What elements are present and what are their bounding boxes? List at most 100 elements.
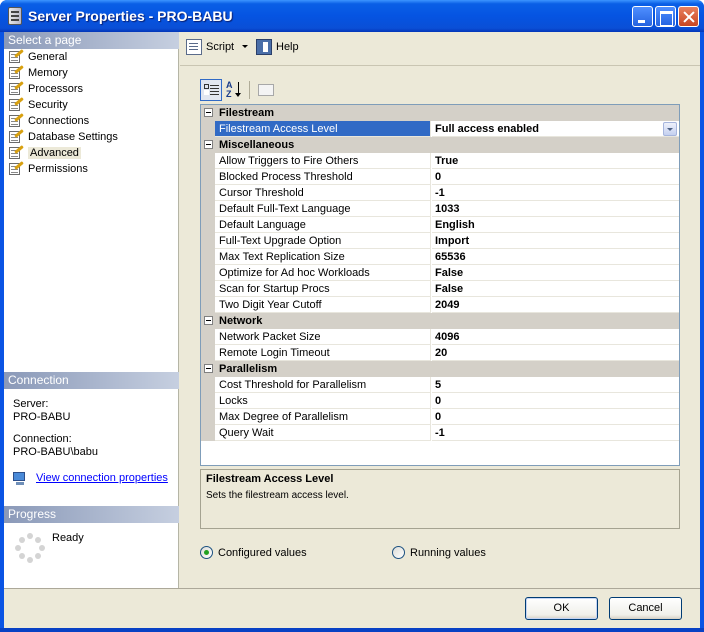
property-row[interactable]: Default Full-Text Language 1033 bbox=[201, 201, 679, 217]
property-row[interactable]: Remote Login Timeout 20 bbox=[201, 345, 679, 361]
property-name[interactable]: Full-Text Upgrade Option bbox=[215, 233, 431, 249]
collapse-icon[interactable] bbox=[204, 316, 213, 325]
page-item-label: Memory bbox=[28, 67, 68, 79]
property-name[interactable]: Scan for Startup Procs bbox=[215, 281, 431, 297]
property-value[interactable]: -1 bbox=[432, 425, 679, 441]
property-row[interactable]: Cursor Threshold -1 bbox=[201, 185, 679, 201]
page-item-general[interactable]: General bbox=[6, 49, 118, 65]
property-row[interactable]: Full-Text Upgrade Option Import bbox=[201, 233, 679, 249]
view-connection-properties-label[interactable]: View connection properties bbox=[36, 472, 168, 484]
property-value[interactable]: Import bbox=[432, 233, 679, 249]
page-item-processors[interactable]: Processors bbox=[6, 81, 118, 97]
property-row[interactable]: Two Digit Year Cutoff 2049 bbox=[201, 297, 679, 313]
window-bottom-border bbox=[0, 628, 704, 632]
configured-values-radio[interactable]: Configured values bbox=[200, 546, 307, 560]
title-bar[interactable]: Server Properties - PRO-BABU bbox=[0, 0, 704, 32]
dropdown-arrow-icon[interactable] bbox=[663, 122, 677, 136]
category-label: Miscellaneous bbox=[219, 139, 295, 151]
property-name[interactable]: Locks bbox=[215, 393, 431, 409]
toolbar: Script Help bbox=[180, 32, 700, 60]
property-value[interactable]: False bbox=[432, 281, 679, 297]
property-name[interactable]: Query Wait bbox=[215, 425, 431, 441]
categorized-view-button[interactable] bbox=[200, 79, 222, 101]
property-name[interactable]: Cost Threshold for Parallelism bbox=[215, 377, 431, 393]
property-value[interactable]: English bbox=[432, 217, 679, 233]
property-name[interactable]: Two Digit Year Cutoff bbox=[215, 297, 431, 313]
minimize-button[interactable] bbox=[632, 6, 653, 27]
property-row[interactable]: Cost Threshold for Parallelism 5 bbox=[201, 377, 679, 393]
property-row[interactable]: Scan for Startup Procs False bbox=[201, 281, 679, 297]
radio-unselected-icon[interactable] bbox=[392, 546, 405, 559]
property-row[interactable]: Default Language English bbox=[201, 217, 679, 233]
property-name[interactable]: Max Degree of Parallelism bbox=[215, 409, 431, 425]
maximize-button[interactable] bbox=[655, 6, 676, 27]
radio-selected-icon[interactable] bbox=[200, 546, 213, 559]
property-value[interactable]: 0 bbox=[432, 409, 679, 425]
property-grid[interactable]: Filestream Filestream Access Level Full ac… bbox=[200, 104, 680, 466]
collapse-icon[interactable] bbox=[204, 364, 213, 373]
running-values-radio[interactable]: Running values bbox=[392, 546, 486, 560]
page-item-connections[interactable]: Connections bbox=[6, 113, 118, 129]
property-value[interactable]: True bbox=[432, 153, 679, 169]
property-row[interactable]: Blocked Process Threshold 0 bbox=[201, 169, 679, 185]
property-name[interactable]: Allow Triggers to Fire Others bbox=[215, 153, 431, 169]
footer-separator bbox=[4, 588, 700, 589]
collapse-icon[interactable] bbox=[204, 140, 213, 149]
connection-value: PRO-BABU\babu bbox=[13, 446, 98, 458]
category-row-network[interactable]: Network bbox=[201, 313, 679, 329]
property-value[interactable]: 65536 bbox=[432, 249, 679, 265]
page-item-permissions[interactable]: Permissions bbox=[6, 161, 118, 177]
page-item-label: Connections bbox=[28, 115, 90, 127]
property-row[interactable]: Allow Triggers to Fire Others True bbox=[201, 153, 679, 169]
category-row-miscellaneous[interactable]: Miscellaneous bbox=[201, 137, 679, 153]
cancel-button[interactable]: Cancel bbox=[609, 597, 682, 620]
property-name[interactable]: Filestream Access Level bbox=[215, 121, 431, 137]
property-name[interactable]: Optimize for Ad hoc Workloads bbox=[215, 265, 431, 281]
property-row[interactable]: Optimize for Ad hoc Workloads False bbox=[201, 265, 679, 281]
property-value[interactable]: 5 bbox=[432, 377, 679, 393]
category-row-parallelism[interactable]: Parallelism bbox=[201, 361, 679, 377]
property-pages-button bbox=[255, 79, 277, 101]
page-list: General Memory Processors Security Connectio… bbox=[6, 49, 118, 177]
property-value[interactable]: 1033 bbox=[432, 201, 679, 217]
property-value[interactable]: 0 bbox=[432, 169, 679, 185]
description-title: Filestream Access Level bbox=[206, 473, 334, 485]
property-row[interactable]: Network Packet Size 4096 bbox=[201, 329, 679, 345]
property-name[interactable]: Cursor Threshold bbox=[215, 185, 431, 201]
property-value[interactable]: Full access enabled bbox=[432, 121, 679, 137]
property-value[interactable]: -1 bbox=[432, 185, 679, 201]
property-value[interactable]: 4096 bbox=[432, 329, 679, 345]
script-button[interactable]: Script bbox=[186, 39, 234, 55]
property-value[interactable]: 2049 bbox=[432, 297, 679, 313]
property-name[interactable]: Default Full-Text Language bbox=[215, 201, 431, 217]
toolbar-separator bbox=[180, 65, 700, 66]
property-row[interactable]: Locks 0 bbox=[201, 393, 679, 409]
script-dropdown-arrow-icon[interactable] bbox=[242, 45, 248, 48]
property-row[interactable]: Filestream Access Level Full access enabl… bbox=[201, 121, 679, 137]
progress-header: Progress bbox=[4, 506, 179, 523]
property-value[interactable]: False bbox=[432, 265, 679, 281]
description-panel: Filestream Access Level Sets the filestr… bbox=[200, 469, 680, 529]
property-row[interactable]: Max Degree of Parallelism 0 bbox=[201, 409, 679, 425]
property-name[interactable]: Default Language bbox=[215, 217, 431, 233]
property-name[interactable]: Max Text Replication Size bbox=[215, 249, 431, 265]
property-name[interactable]: Network Packet Size bbox=[215, 329, 431, 345]
property-row[interactable]: Query Wait -1 bbox=[201, 425, 679, 441]
page-item-database-settings[interactable]: Database Settings bbox=[6, 129, 118, 145]
help-button[interactable]: Help bbox=[256, 39, 299, 55]
category-row-filestream[interactable]: Filestream bbox=[201, 105, 679, 121]
ok-button[interactable]: OK bbox=[525, 597, 598, 620]
collapse-icon[interactable] bbox=[204, 108, 213, 117]
page-item-memory[interactable]: Memory bbox=[6, 65, 118, 81]
page-item-advanced[interactable]: Advanced bbox=[6, 145, 118, 161]
alphabetical-sort-button[interactable]: A Z bbox=[223, 79, 245, 101]
property-page-icon bbox=[9, 97, 24, 111]
property-value[interactable]: 20 bbox=[432, 345, 679, 361]
page-item-security[interactable]: Security bbox=[6, 97, 118, 113]
property-value[interactable]: 0 bbox=[432, 393, 679, 409]
close-button[interactable] bbox=[678, 6, 699, 27]
property-page-icon bbox=[9, 145, 24, 159]
property-row[interactable]: Max Text Replication Size 65536 bbox=[201, 249, 679, 265]
property-name[interactable]: Remote Login Timeout bbox=[215, 345, 431, 361]
property-name[interactable]: Blocked Process Threshold bbox=[215, 169, 431, 185]
